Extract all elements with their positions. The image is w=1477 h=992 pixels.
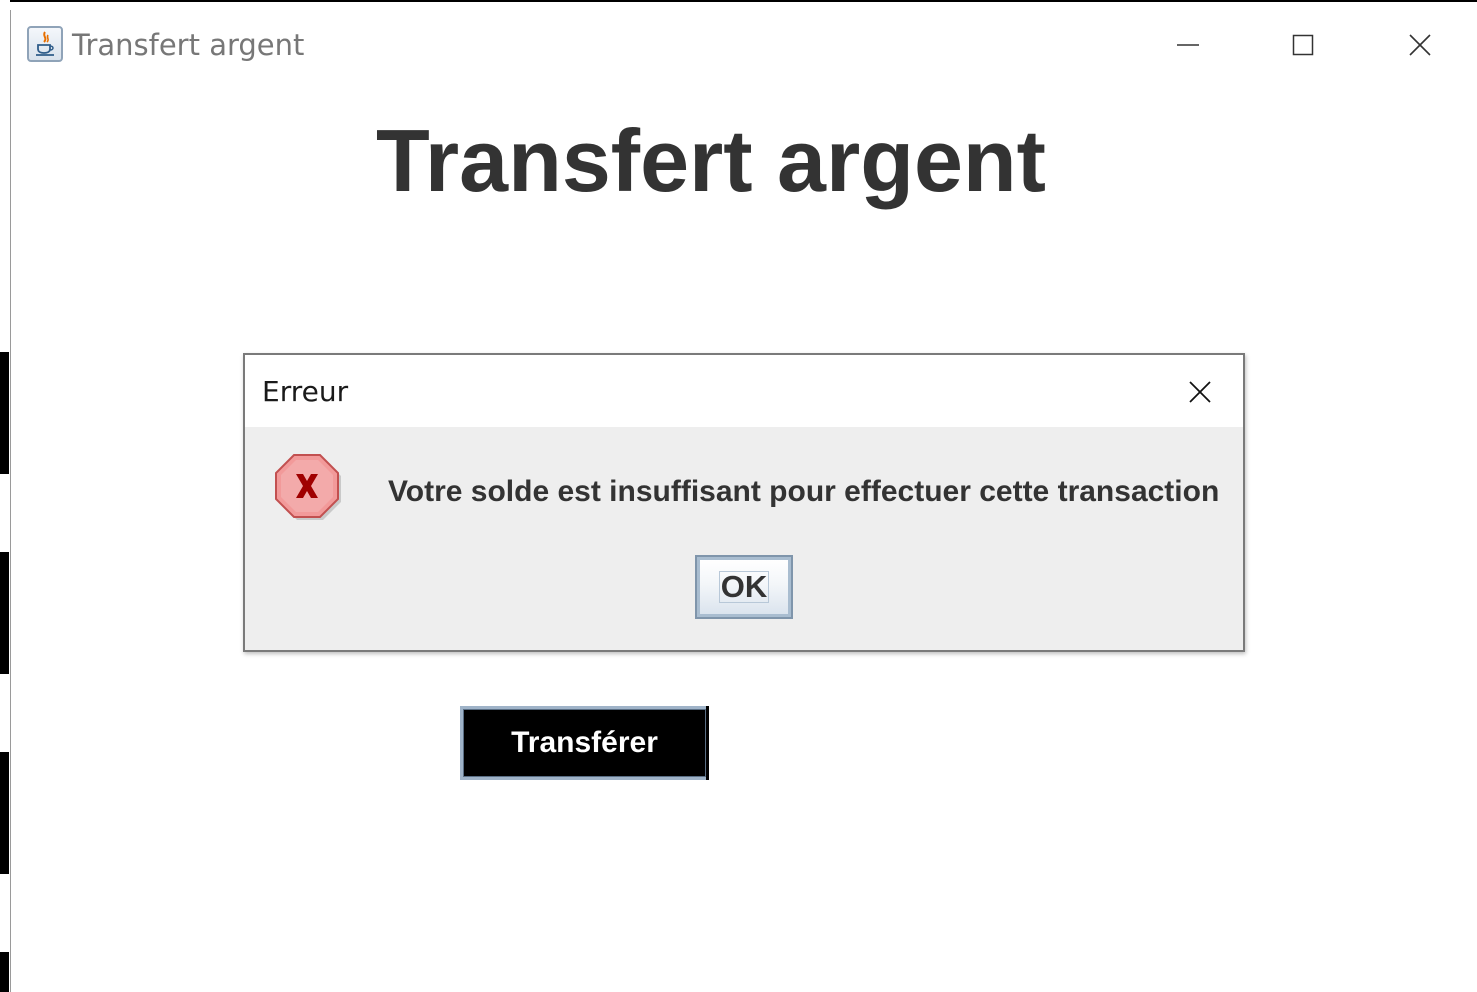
screen: Transfert argent Transfert argent Transf…	[0, 0, 1477, 992]
ok-button-face: OK	[700, 560, 788, 614]
minimize-button[interactable]	[1168, 30, 1208, 60]
maximize-icon	[1292, 34, 1314, 56]
background-block	[0, 352, 9, 474]
background-block	[0, 552, 9, 674]
window-titlebar[interactable]: Transfert argent	[11, 10, 1477, 82]
background-block	[0, 952, 9, 992]
error-icon	[275, 454, 341, 520]
dialog-close-button[interactable]	[1183, 375, 1217, 409]
ok-button[interactable]: OK	[695, 555, 793, 619]
dialog-titlebar[interactable]: Erreur	[245, 355, 1243, 427]
error-message: Votre solde est insuffisant pour effectu…	[388, 475, 1220, 508]
close-button[interactable]	[1400, 30, 1440, 60]
transfer-button-edge	[706, 706, 709, 780]
maximize-button[interactable]	[1283, 30, 1323, 60]
background-block	[0, 752, 9, 874]
java-icon	[27, 26, 63, 62]
top-border	[0, 0, 1477, 4]
close-icon	[1409, 34, 1431, 56]
page-title: Transfert argent	[376, 111, 1046, 210]
transfer-button-label: Transférer	[463, 709, 706, 777]
transfer-button[interactable]: Transférer	[460, 706, 709, 780]
error-dialog: Erreur Votre solde est insuffisant pour …	[243, 353, 1245, 652]
background-left-edge	[0, 0, 10, 992]
close-icon	[1189, 381, 1211, 403]
dialog-title: Erreur	[262, 375, 349, 408]
minimize-icon	[1177, 44, 1199, 46]
window-title: Transfert argent	[72, 28, 305, 62]
ok-button-label: OK	[718, 569, 770, 604]
